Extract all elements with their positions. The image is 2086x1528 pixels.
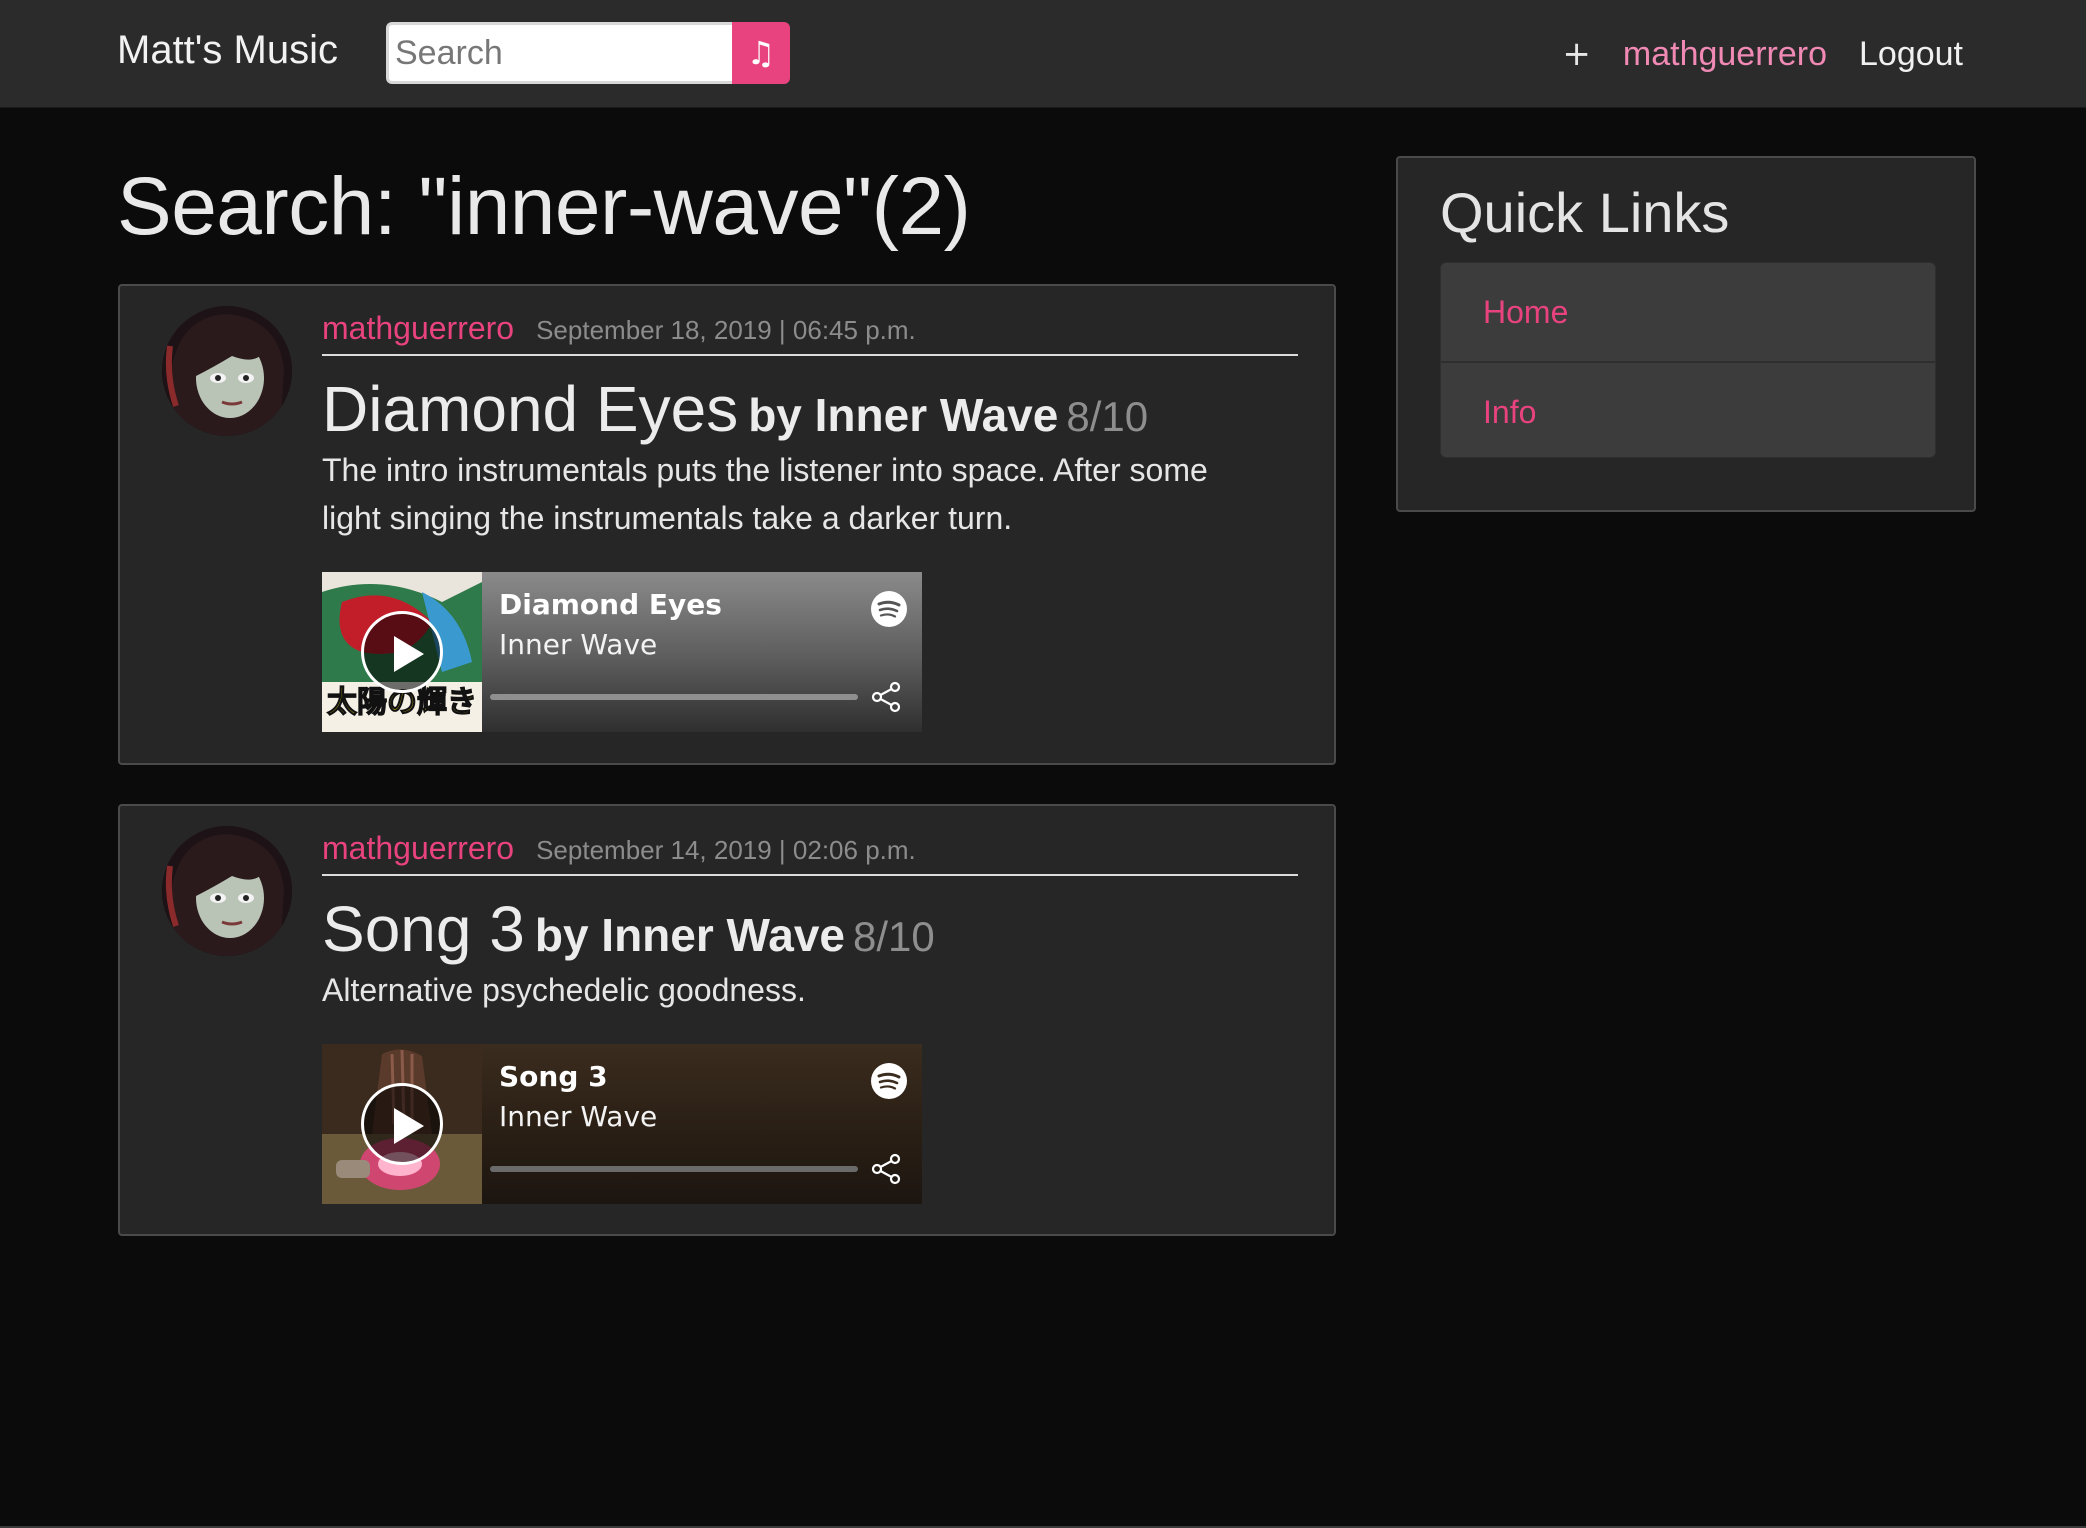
- music-note-icon: ♫: [746, 34, 776, 72]
- quick-links-list: Home Info: [1440, 262, 1936, 458]
- quick-link-info[interactable]: Info: [1441, 361, 1935, 457]
- search-form: ♫: [386, 22, 790, 84]
- post-date: September 18, 2019 | 06:45 p.m.: [536, 315, 916, 345]
- artist-label: by Inner Wave: [534, 909, 846, 961]
- add-post-link[interactable]: +: [1562, 34, 1591, 74]
- post-card: mathguerrero September 18, 2019 | 06:45 p…: [118, 284, 1336, 765]
- quick-links-panel: Quick Links Home Info: [1396, 156, 1976, 512]
- spotify-icon[interactable]: [870, 1062, 908, 1100]
- song-title: Diamond Eyes: [322, 373, 739, 445]
- progress-bar[interactable]: [490, 694, 858, 700]
- player-artist[interactable]: Inner Wave: [499, 628, 657, 661]
- player-artist[interactable]: Inner Wave: [499, 1100, 657, 1133]
- post-author-link[interactable]: mathguerrero: [322, 830, 514, 866]
- page-title: Search: "inner-wave"(2): [117, 161, 971, 252]
- post-body: Alternative psychedelic goodness.: [322, 972, 806, 1008]
- album-cover: [322, 1044, 482, 1204]
- album-cover: 太陽の輝き: [322, 572, 482, 732]
- play-icon[interactable]: [361, 1083, 443, 1165]
- post-author-link[interactable]: mathguerrero: [322, 310, 514, 346]
- spotify-player: 太陽の輝き Diamond Eyes Inner Wave: [322, 572, 922, 732]
- brand-link[interactable]: Matt's Music: [117, 28, 338, 73]
- share-icon[interactable]: [869, 1152, 903, 1186]
- search-button[interactable]: ♫: [732, 22, 790, 84]
- play-icon[interactable]: [361, 611, 443, 693]
- quick-links-title: Quick Links: [1440, 181, 1730, 244]
- song-title: Song 3: [322, 893, 525, 965]
- player-track[interactable]: Diamond Eyes: [499, 588, 722, 621]
- player-track[interactable]: Song 3: [499, 1060, 608, 1093]
- quick-link-home[interactable]: Home: [1441, 263, 1935, 361]
- spotify-player: Song 3 Inner Wave: [322, 1044, 922, 1204]
- profile-link[interactable]: mathguerrero: [1623, 35, 1827, 74]
- artist-label: by Inner Wave: [748, 389, 1059, 441]
- post-title: Song 3 by Inner Wave 8/10: [322, 892, 935, 966]
- post-title: Diamond Eyes by Inner Wave 8/10: [322, 372, 1148, 446]
- progress-bar[interactable]: [490, 1166, 858, 1172]
- nav-right: + mathguerrero Logout: [1562, 32, 1963, 76]
- avatar[interactable]: [162, 826, 292, 956]
- spotify-icon[interactable]: [870, 590, 908, 628]
- post-header: mathguerrero September 18, 2019 | 06:45 p…: [322, 310, 1298, 356]
- top-navbar: Matt's Music ♫ + mathguerrero Logout: [0, 0, 2086, 108]
- logout-link[interactable]: Logout: [1859, 35, 1963, 74]
- share-icon[interactable]: [869, 680, 903, 714]
- avatar[interactable]: [162, 306, 292, 436]
- search-input[interactable]: [386, 22, 734, 84]
- post-body: The intro instrumentals puts the listene…: [322, 452, 1208, 536]
- post-date: September 14, 2019 | 02:06 p.m.: [536, 835, 916, 865]
- app-window: Matt's Music ♫ + mathguerrero Logout Sea…: [0, 0, 2086, 1528]
- post-card: mathguerrero September 14, 2019 | 02:06 p…: [118, 804, 1336, 1236]
- rating: 8/10: [853, 913, 935, 960]
- post-header: mathguerrero September 14, 2019 | 02:06 p…: [322, 830, 1298, 876]
- rating: 8/10: [1066, 393, 1149, 440]
